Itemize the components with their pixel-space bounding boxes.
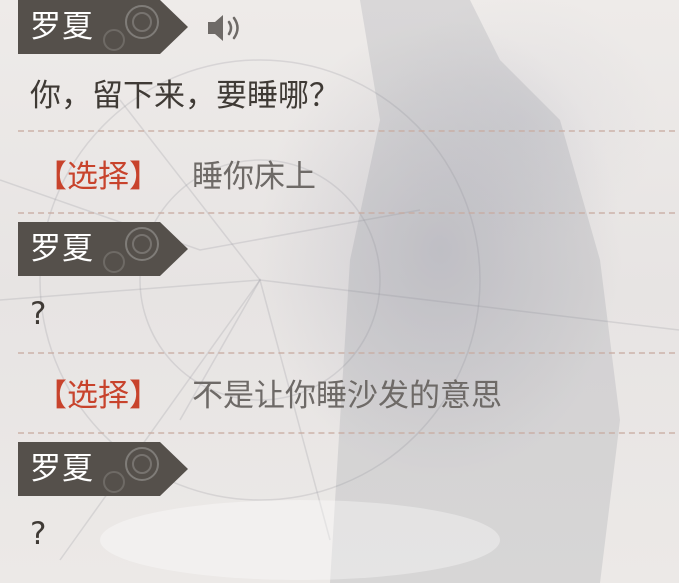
choice-entry-2: 【选择】 不是让你睡沙发的意思 <box>30 374 679 418</box>
choice-tag: 【选择】 <box>36 159 160 195</box>
choice-text: 不是让你睡沙发的意思 <box>192 378 502 414</box>
choice-entry-1: 【选择】 睡你床上 <box>30 155 679 199</box>
speaker-name: 罗夏 <box>30 231 94 267</box>
log-entry-2: 罗夏 ? <box>0 222 679 342</box>
speaker-name-tag: 罗夏 <box>18 0 188 54</box>
divider <box>18 432 675 434</box>
dialogue-line: 你，留下来，要睡哪？ <box>30 78 340 114</box>
dialogue-line: ? <box>30 516 47 552</box>
choice-tag: 【选择】 <box>36 378 160 414</box>
speaker-icon[interactable] <box>204 10 248 46</box>
choice-text: 睡你床上 <box>192 159 316 195</box>
divider <box>18 352 675 354</box>
log-entry-1: 罗夏 你，留下来，要睡哪？ <box>0 0 679 130</box>
speaker-name: 罗夏 <box>30 451 94 487</box>
speaker-name: 罗夏 <box>30 9 94 45</box>
log-entry-3: 罗夏 ? <box>0 442 679 582</box>
speaker-name-tag: 罗夏 <box>18 222 188 276</box>
speaker-name-tag: 罗夏 <box>18 442 188 496</box>
dialogue-line: ? <box>30 296 47 332</box>
divider <box>18 212 675 214</box>
divider <box>18 130 675 132</box>
